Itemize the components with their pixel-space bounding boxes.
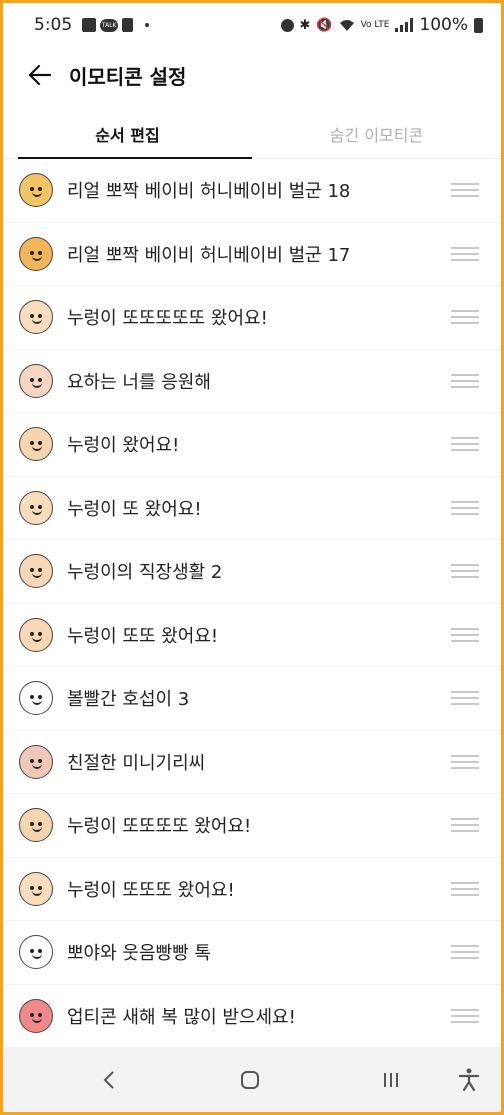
emoticon-row[interactable]: 업티콘 새해 복 많이 받으세요!: [3, 985, 501, 1048]
dog-icon: [19, 617, 53, 652]
emoticon-name: 누렁이 또또또또 왔어요!: [67, 816, 252, 838]
boy-icon: [19, 363, 53, 398]
alarm-icon: [280, 18, 294, 32]
battery-icon: [474, 17, 483, 33]
status-bar: 5:05 TALK ✱ 🔇 Vo LTE 100%: [3, 3, 501, 47]
signal-icon: [395, 18, 414, 32]
recent-apps-icon: [384, 1073, 398, 1087]
drag-handle-icon[interactable]: [451, 564, 479, 579]
emoticon-list: 리얼 뽀짝 베이비 허니베이비 벌군 18 리얼 뽀짝 베이비 허니베이비 벌군 …: [3, 159, 501, 1048]
tab-reorder[interactable]: 순서 편집: [3, 109, 252, 159]
system-nav-bar: [3, 1048, 501, 1112]
page-title: 이모티콘 설정: [69, 64, 187, 89]
emoticon-name: 누렁이 또또또또또 왔어요!: [67, 308, 268, 330]
dog-icon: [19, 808, 53, 843]
mute-icon: 🔇: [316, 17, 333, 33]
emoticon-name: 누렁이 또또 왔어요!: [67, 625, 219, 647]
gallery-icon: [82, 18, 97, 32]
more-notifications-icon: [145, 23, 150, 27]
notification-icons: TALK: [82, 18, 150, 32]
drag-handle-icon[interactable]: [451, 437, 479, 452]
emoticon-row[interactable]: 리얼 뽀짝 베이비 허니베이비 벌군 17: [3, 223, 501, 286]
tab-bar: 순서 편집 숨긴 이모티콘: [3, 109, 501, 159]
emoticon-row[interactable]: 누렁이 또또 왔어요!: [3, 604, 501, 667]
emoticon-name: 볼빨간 호섭이 3: [67, 689, 190, 711]
heart-icon: [19, 998, 53, 1033]
dog-icon: [19, 427, 53, 462]
drag-handle-icon[interactable]: [451, 183, 479, 198]
lte-icon: Vo LTE: [360, 20, 390, 30]
drag-handle-icon[interactable]: [451, 373, 479, 388]
screen: 5:05 TALK ✱ 🔇 Vo LTE 100% 이모티콘 설정 순서 편집 …: [3, 3, 501, 1112]
accessibility-icon: [458, 1068, 480, 1092]
drag-handle-icon[interactable]: [451, 691, 479, 706]
emoticon-name: 요하는 너를 응원해: [67, 371, 211, 393]
bee-baby-icon: [19, 236, 53, 271]
status-time: 5:05: [34, 15, 73, 35]
system-icons: ✱ 🔇 Vo LTE 100%: [280, 15, 483, 35]
nav-back-button[interactable]: [89, 1060, 129, 1100]
dog-icon: [19, 300, 53, 335]
emoticon-row[interactable]: 친절한 미니기리씨: [3, 731, 501, 794]
back-button[interactable]: [19, 54, 61, 96]
accessibility-button[interactable]: [449, 1060, 489, 1100]
dog-icon: [19, 554, 53, 589]
black-hair-kid-icon: [19, 681, 53, 716]
drag-handle-icon[interactable]: [451, 246, 479, 261]
nav-recents-button[interactable]: [371, 1060, 411, 1100]
emoticon-name: 업티콘 새해 복 많이 받으세요!: [67, 1006, 296, 1028]
battery-percent: 100%: [419, 15, 468, 35]
emoticon-row[interactable]: 누렁이 또또또또 왔어요!: [3, 794, 501, 858]
drag-handle-icon[interactable]: [451, 945, 479, 960]
emoticon-name: 누렁이 또또또 왔어요!: [67, 879, 235, 901]
emoticon-row[interactable]: 누렁이 또또또 왔어요!: [3, 858, 501, 921]
dog-icon: [19, 871, 53, 906]
arrow-left-icon: [29, 65, 51, 85]
drag-handle-icon[interactable]: [451, 881, 479, 896]
bee-baby-icon: [19, 173, 53, 208]
bluetooth-icon: ✱: [299, 17, 311, 33]
drag-handle-icon[interactable]: [451, 818, 479, 833]
emoticon-row[interactable]: 누렁이 또또또또또 왔어요!: [3, 286, 501, 350]
emoticon-name: 누렁이의 직장생활 2: [67, 562, 223, 584]
emoticon-row[interactable]: 누렁이의 직장생활 2: [3, 540, 501, 604]
emoticon-row[interactable]: 뽀야와 웃음빵빵 톡: [3, 921, 501, 985]
emoticon-row[interactable]: 누렁이 또 왔어요!: [3, 477, 501, 540]
app-header: 이모티콘 설정: [3, 47, 501, 103]
phone-icon: [122, 18, 134, 32]
nav-home-button[interactable]: [230, 1060, 270, 1100]
emoticon-row[interactable]: 볼빨간 호섭이 3: [3, 667, 501, 731]
emoticon-name: 누렁이 또 왔어요!: [67, 498, 202, 520]
emoticon-name: 리얼 뽀짝 베이비 허니베이비 벌군 18: [67, 181, 351, 203]
emoticon-row[interactable]: 리얼 뽀짝 베이비 허니베이비 벌군 18: [3, 159, 501, 223]
chevron-left-icon: [103, 1071, 114, 1089]
emoticon-name: 뽀야와 웃음빵빵 톡: [67, 943, 211, 965]
home-icon: [241, 1071, 259, 1089]
emoticon-row[interactable]: 요하는 너를 응원해: [3, 350, 501, 413]
emoticon-name: 리얼 뽀짝 베이비 허니베이비 벌군 17: [67, 244, 351, 266]
drag-handle-icon[interactable]: [451, 310, 479, 325]
drag-handle-icon[interactable]: [451, 500, 479, 515]
tab-hidden-emoticons[interactable]: 숨긴 이모티콘: [252, 109, 501, 158]
round-face-icon: [19, 744, 53, 779]
dog-icon: [19, 490, 53, 525]
emoticon-name: 친절한 미니기리씨: [67, 752, 206, 774]
emoticon-row[interactable]: 누렁이 왔어요!: [3, 413, 501, 477]
drag-handle-icon[interactable]: [451, 627, 479, 642]
drag-handle-icon[interactable]: [451, 1008, 479, 1023]
drag-handle-icon[interactable]: [451, 754, 479, 769]
kakaotalk-icon: TALK: [100, 18, 119, 32]
emoticon-name: 누렁이 왔어요!: [67, 435, 180, 457]
bunny-girl-icon: [19, 935, 53, 970]
wifi-icon: [339, 19, 354, 31]
